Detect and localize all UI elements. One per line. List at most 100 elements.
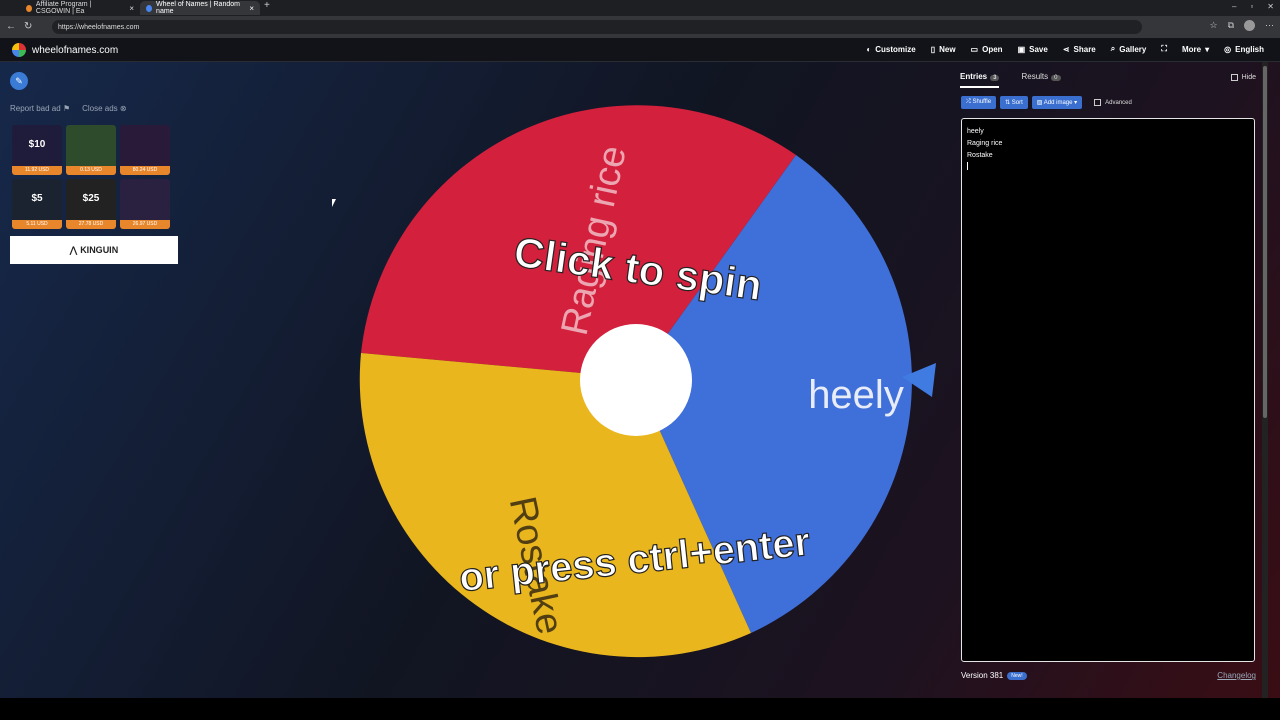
mouse-cursor-icon xyxy=(332,199,336,207)
flag-icon: ⚑ xyxy=(62,104,71,113)
sort-icon: ⇅ xyxy=(1005,100,1011,106)
open-button[interactable]: ▭ Open xyxy=(971,44,1003,54)
main-area: ✎ Report bad ad ⚑ Close ads ⊗ $10 11.92 U… xyxy=(0,62,1280,698)
browser-tab-strip: Affiliate Program | CSGOWIN | Ea × Wheel… xyxy=(0,0,1280,16)
site-name: wheelofnames.com xyxy=(32,44,119,56)
customize-button[interactable]: ◐ Customize xyxy=(866,44,915,54)
fullscreen-button[interactable]: ⛶ xyxy=(1161,44,1167,54)
hide-toggle[interactable]: Hide xyxy=(1230,74,1256,81)
wheel-svg[interactable]: Raging rice heely Rostake Click to spin … xyxy=(356,98,916,658)
close-icon: ⊗ xyxy=(119,104,127,113)
changelog-link[interactable]: Changelog xyxy=(1217,671,1256,680)
language-button[interactable]: ◎ English xyxy=(1224,44,1264,54)
top-menu: ◐ Customize ▯ New ▭ Open ▣ Save ⋖ Share ⌕ Gall… xyxy=(866,44,1264,54)
new-tab-icon[interactable]: + xyxy=(264,0,270,11)
close-tab-icon[interactable]: × xyxy=(129,4,134,13)
ad-card[interactable]: $10 11.92 USD xyxy=(12,125,62,175)
reload-icon[interactable]: ↻ xyxy=(24,21,32,32)
report-ad-link[interactable]: Report bad ad ⚑ xyxy=(10,104,70,113)
segment-label: heely xyxy=(808,373,904,417)
minimize-icon[interactable]: – xyxy=(1232,2,1236,11)
ad-grid: $10 11.92 USD 0.13 USD 80.24 USD $5 5.11 U… xyxy=(12,125,178,233)
menu-label: Save xyxy=(1029,44,1048,54)
back-icon[interactable]: ← xyxy=(6,21,16,32)
site-logo[interactable]: wheelofnames.com xyxy=(12,43,118,57)
bottom-bar xyxy=(0,698,1280,720)
save-button[interactable]: ▣ Save xyxy=(1018,44,1048,54)
save-icon: ▣ xyxy=(1017,44,1026,54)
menu-label: Share xyxy=(1073,44,1096,54)
restore-icon[interactable]: ▫ xyxy=(1250,2,1253,11)
new-button[interactable]: ▯ New xyxy=(931,44,956,54)
menu-label: Gallery xyxy=(1119,44,1147,54)
more-button[interactable]: More ▾ xyxy=(1182,44,1209,54)
close-ads-link[interactable]: Close ads ⊗ xyxy=(82,104,127,113)
folder-icon: ▭ xyxy=(970,44,979,54)
browser-tab-active[interactable]: Wheel of Names | Random name × xyxy=(140,1,260,15)
palette-icon: ◐ xyxy=(866,44,872,54)
globe-icon: ◎ xyxy=(1224,44,1232,54)
entry-line: heely xyxy=(967,128,984,135)
ad-price: 0.13 USD xyxy=(66,166,116,175)
entries-panel: Entries 3 Results 0 Hide ⤮ Shuffle ⇅ Sort … xyxy=(954,62,1270,698)
profile-avatar[interactable] xyxy=(1244,20,1255,31)
scrollbar-thumb[interactable] xyxy=(1263,66,1267,418)
wheel-pointer-icon xyxy=(902,363,936,397)
browser-tab[interactable]: Affiliate Program | CSGOWIN | Ea × xyxy=(20,1,140,15)
site-header: wheelofnames.com ◐ Customize ▯ New ▭ Open ▣… xyxy=(0,38,1280,62)
close-tab-icon[interactable]: × xyxy=(249,4,254,13)
site-favicon-icon xyxy=(146,4,153,12)
wheel[interactable]: Raging rice heely Rostake Click to spin … xyxy=(356,98,936,658)
ad-card[interactable]: 26.97 USD xyxy=(120,179,170,229)
wheel-center[interactable] xyxy=(580,324,692,436)
ad-card[interactable]: $5 5.11 USD xyxy=(12,179,62,229)
entries-toolbar: ⤮ Shuffle ⇅ Sort ▨ Add image ▾ Advanced xyxy=(961,96,1132,109)
extensions-icon[interactable]: ⧉ xyxy=(1228,20,1234,31)
entries-textarea[interactable]: heely Raging rice Rostake xyxy=(961,118,1255,662)
ad-amount: $10 xyxy=(28,139,46,150)
ad-card[interactable]: $25 27.78 USD xyxy=(66,179,116,229)
pencil-icon[interactable]: ✎ xyxy=(10,72,28,90)
close-ads-label: Close ads xyxy=(82,104,118,113)
ad-amount: $5 xyxy=(31,193,43,204)
sort-button[interactable]: ⇅ Sort xyxy=(1000,96,1028,109)
tab-title: Wheel of Names | Random name xyxy=(156,1,240,15)
version-text: Version 381 xyxy=(961,671,1004,680)
ad-price: 11.92 USD xyxy=(12,166,62,175)
shuffle-button[interactable]: ⤮ Shuffle xyxy=(961,96,997,109)
new-badge: New! xyxy=(1007,671,1027,680)
ad-controls: Report bad ad ⚑ Close ads ⊗ xyxy=(10,104,127,113)
gallery-button[interactable]: ⌕ Gallery xyxy=(1111,44,1147,54)
share-icon: ⋖ xyxy=(1062,44,1070,54)
scrollbar[interactable] xyxy=(1262,62,1268,698)
advanced-label: Advanced xyxy=(1105,99,1132,106)
menu-label: Open xyxy=(982,44,1003,54)
entry-line: Rostake xyxy=(967,152,993,159)
url-input[interactable]: https://wheelofnames.com xyxy=(52,20,1142,34)
button-label: Sort xyxy=(1011,100,1023,106)
menu-label: English xyxy=(1235,44,1264,54)
share-button[interactable]: ⋖ Share xyxy=(1063,44,1096,54)
count-badge: 0 xyxy=(1051,75,1061,81)
star-icon[interactable]: ☆ xyxy=(1209,20,1217,31)
image-icon: ▨ xyxy=(1036,100,1043,106)
text-caret xyxy=(967,162,968,170)
menu-dots-icon[interactable]: ⋯ xyxy=(1265,20,1274,31)
advanced-toggle[interactable]: Advanced xyxy=(1094,96,1132,109)
checkbox-icon[interactable] xyxy=(1094,99,1102,106)
menu-label: More xyxy=(1181,44,1202,54)
file-icon: ▯ xyxy=(930,44,936,54)
ad-card[interactable]: 80.24 USD xyxy=(120,125,170,175)
checkbox-icon[interactable] xyxy=(1230,74,1238,81)
fullscreen-icon: ⛶ xyxy=(1161,44,1167,53)
tab-entries[interactable]: Entries 3 xyxy=(960,72,1000,88)
entry-line: Raging rice xyxy=(967,140,1003,147)
tab-results[interactable]: Results 0 xyxy=(1021,72,1061,88)
ad-card[interactable]: 0.13 USD xyxy=(66,125,116,175)
close-window-icon[interactable]: ✕ xyxy=(1267,2,1274,11)
ad-price: 26.97 USD xyxy=(120,220,170,229)
url-text: https://wheelofnames.com xyxy=(58,23,140,31)
ad-banner[interactable]: ⋀ KINGUIN xyxy=(10,236,178,264)
add-image-button[interactable]: ▨ Add image ▾ xyxy=(1031,96,1083,109)
shuffle-icon: ⤮ xyxy=(966,99,971,105)
